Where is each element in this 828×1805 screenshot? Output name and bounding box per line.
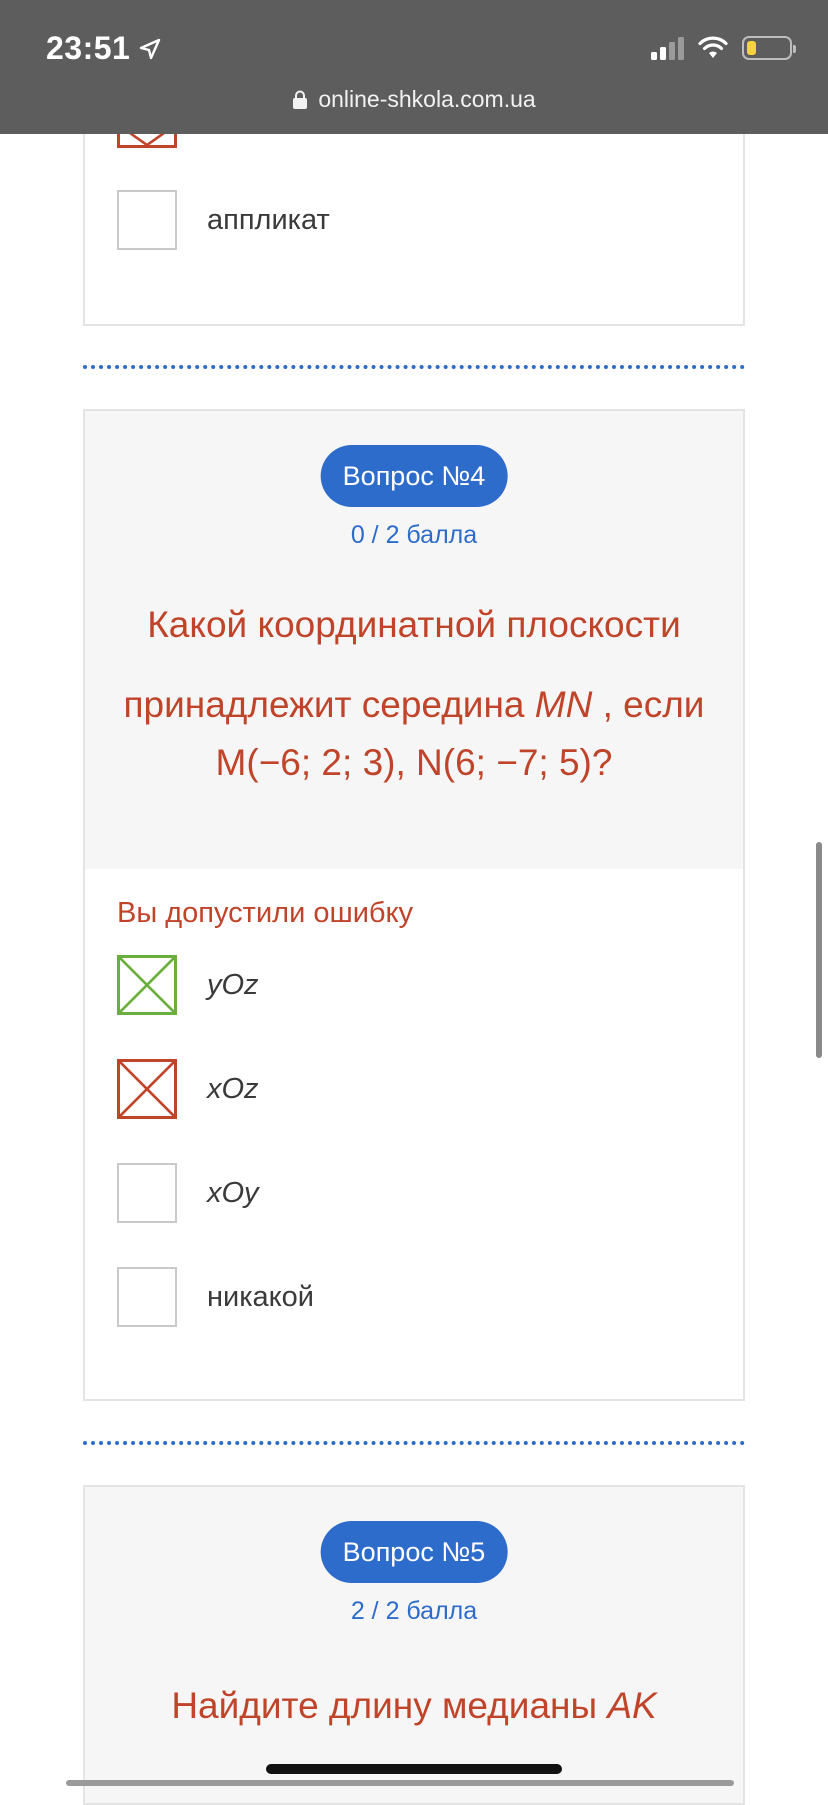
answer-option[interactable]: xOz xyxy=(117,1059,259,1119)
question-text: Какой координатной плоскости принадлежит… xyxy=(105,606,723,781)
question-text-line: принадлежит середина MN , если xyxy=(105,686,723,744)
answer-label: аппликат xyxy=(207,203,330,236)
answer-option[interactable]: xOy xyxy=(117,1163,259,1223)
question-number-badge: Вопрос №4 xyxy=(320,445,508,507)
vertical-scrollbar[interactable] xyxy=(816,842,822,1058)
status-icons xyxy=(651,36,796,60)
address-bar[interactable]: online-shkola.com.ua xyxy=(0,86,828,113)
question-score: 0 / 2 балла xyxy=(350,521,478,549)
math-expression: AK xyxy=(607,1685,657,1726)
answer-option[interactable]: yOz xyxy=(117,955,259,1015)
status-bar: 23:51 online-shkola.com.ua xyxy=(0,0,828,134)
question-score: 2 / 2 балла xyxy=(350,1597,478,1625)
answer-option[interactable]: никакой xyxy=(117,1267,314,1327)
lock-icon xyxy=(293,90,308,109)
answer-label: xOz xyxy=(207,1072,259,1105)
correct-answer-checkbox[interactable] xyxy=(117,955,177,1015)
battery-icon xyxy=(742,36,796,60)
question-text-line: M(−6; 2; 3), N(6; −7; 5)? xyxy=(215,742,613,783)
answer-label: xOy xyxy=(207,1176,259,1209)
wrong-answer-checkbox[interactable] xyxy=(117,1059,177,1119)
clock-text: 23:51 xyxy=(46,30,131,66)
answer-checkbox[interactable] xyxy=(117,1267,177,1327)
math-expression: MN xyxy=(534,684,593,725)
status-time: 23:51 xyxy=(46,30,162,67)
question-number-badge: Вопрос №5 xyxy=(320,1521,508,1583)
error-feedback: Вы допустили ошибку xyxy=(117,897,414,929)
wifi-icon xyxy=(698,36,728,58)
question-text-fragment: Найдите длину медианы xyxy=(171,1685,608,1726)
answer-label: никакой xyxy=(207,1280,315,1313)
answer-checkbox[interactable] xyxy=(117,1163,177,1223)
question-text-fragment: , если xyxy=(592,684,705,725)
url-text: online-shkola.com.ua xyxy=(318,86,536,112)
answer-checkbox[interactable] xyxy=(117,190,177,250)
question-4-card: Вопрос №4 0 / 2 балла Какой координатной… xyxy=(83,409,745,1401)
quiz-results-page: аппликат Вопрос №4 0 / 2 балла Какой коо… xyxy=(0,0,828,1805)
answer-label: yOz xyxy=(207,968,259,1001)
answer-option[interactable]: аппликат xyxy=(117,190,330,250)
question-header: Вопрос №4 0 / 2 балла Какой координатной… xyxy=(85,411,743,869)
question-text: Найдите длину медианы AK xyxy=(105,1687,723,1724)
home-indicator[interactable] xyxy=(266,1764,562,1774)
horizontal-scrollbar[interactable] xyxy=(66,1780,734,1786)
question-text-line: Какой координатной плоскости xyxy=(147,604,681,645)
section-divider xyxy=(83,1441,745,1445)
question-text-fragment: принадлежит середина xyxy=(123,684,535,725)
question-5-card: Вопрос №5 2 / 2 балла Найдите длину меди… xyxy=(83,1485,745,1805)
cellular-signal-icon xyxy=(651,36,684,60)
location-arrow-icon xyxy=(140,38,161,59)
section-divider xyxy=(83,365,745,369)
